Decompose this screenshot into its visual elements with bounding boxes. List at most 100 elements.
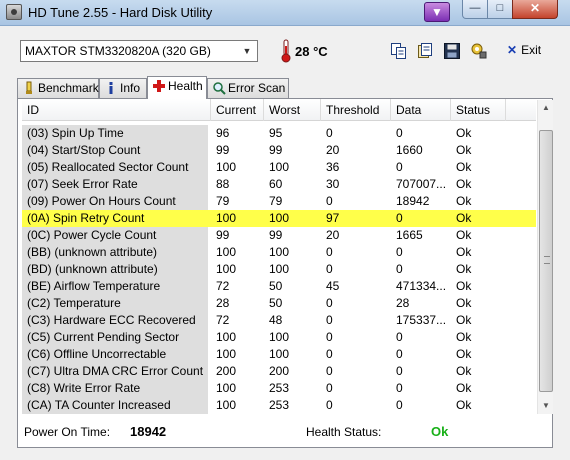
table-row[interactable]: (BD) (unknown attribute) 100 100 0 0 Ok [22, 261, 536, 278]
status-value: Ok [456, 347, 472, 361]
exit-label: Exit [521, 43, 542, 57]
status-value: Ok [456, 177, 472, 191]
table-row[interactable]: (C8) Write Error Rate 100 253 0 0 Ok [22, 380, 536, 397]
table-row[interactable]: (C5) Current Pending Sector 100 100 0 0 Ok [22, 329, 536, 346]
health-footer: Power On Time: 18942 Health Status: Ok [18, 417, 552, 447]
table-row[interactable]: (03) Spin Up Time 96 95 0 0 Ok [22, 125, 536, 142]
raw-data-value: 0 [396, 381, 403, 395]
window-title: HD Tune 2.55 - Hard Disk Utility [28, 5, 213, 20]
worst-value: 48 [269, 313, 283, 327]
chevron-down-icon[interactable]: ▼ [239, 43, 255, 59]
scroll-up-arrow-icon[interactable]: ▲ [538, 100, 554, 116]
tab-health[interactable]: Health [147, 76, 207, 99]
tab-info-label: Info [120, 81, 141, 95]
minimize-button[interactable]: — [462, 0, 488, 19]
raw-data-value: 28 [396, 296, 410, 310]
maximize-button[interactable]: □ [487, 0, 513, 19]
worst-value: 60 [269, 177, 283, 191]
table-row[interactable]: (C3) Hardware ECC Recovered 72 48 0 175337..… [22, 312, 536, 329]
thermometer-icon [281, 39, 291, 63]
column-header-id[interactable]: ID [22, 99, 211, 121]
attribute-id: (0A) Spin Retry Count [22, 210, 208, 227]
column-header-worst[interactable]: Worst [264, 99, 321, 121]
threshold-value: 0 [326, 126, 333, 140]
table-row[interactable]: (0A) Spin Retry Count 100 100 97 0 Ok [22, 210, 536, 227]
table-row[interactable]: (09) Power On Hours Count 79 79 0 18942 Ok [22, 193, 536, 210]
tab-error-scan[interactable]: Error Scan [207, 78, 289, 98]
info-icon [109, 82, 113, 94]
copy-all-icon[interactable] [416, 42, 434, 60]
grip-icon [544, 256, 550, 264]
threshold-value: 0 [326, 313, 333, 327]
status-value: Ok [456, 313, 472, 327]
worst-value: 50 [269, 279, 283, 293]
threshold-value: 0 [326, 296, 333, 310]
threshold-value: 97 [326, 211, 340, 225]
table-row[interactable]: (05) Reallocated Sector Count 100 100 36 0 Ok [22, 159, 536, 176]
table-row[interactable]: (CA) TA Counter Increased 100 253 0 0 Ok [22, 397, 536, 414]
column-header-status[interactable]: Status [451, 99, 506, 121]
options-icon[interactable] [470, 42, 488, 60]
column-header-current[interactable]: Current [211, 99, 264, 121]
raw-data-value: 471334... [396, 279, 447, 293]
raw-data-value: 0 [396, 347, 403, 361]
main-window: MAXTOR STM3320820A (320 GB) ▼ 28 °C ✕ Exi… [0, 26, 570, 460]
current-value: 28 [216, 296, 230, 310]
column-header-threshold[interactable]: Threshold [321, 99, 391, 121]
table-row[interactable]: (C2) Temperature 28 50 0 28 Ok [22, 295, 536, 312]
tab-health-label: Health [168, 79, 203, 93]
drive-select[interactable]: MAXTOR STM3320820A (320 GB) ▼ [20, 40, 258, 62]
status-value: Ok [456, 245, 472, 259]
power-on-time-label: Power On Time: [24, 425, 111, 439]
worst-value: 100 [269, 262, 290, 276]
table-row[interactable]: (BB) (unknown attribute) 100 100 0 0 Ok [22, 244, 536, 261]
attribute-id: (03) Spin Up Time [22, 125, 208, 142]
raw-data-value: 0 [396, 330, 403, 344]
health-panel: ID Current Worst Threshold Data Status (… [17, 98, 553, 448]
vertical-scrollbar[interactable]: ▲ ▼ [537, 100, 553, 414]
threshold-value: 0 [326, 262, 333, 276]
attribute-id: (0C) Power Cycle Count [22, 227, 208, 244]
raw-data-value: 0 [396, 245, 403, 259]
download-arrow-icon[interactable]: ▼ [424, 2, 450, 22]
current-value: 72 [216, 279, 230, 293]
attribute-id: (CA) TA Counter Increased [22, 397, 208, 414]
worst-value: 100 [269, 347, 290, 361]
table-row[interactable]: (BE) Airflow Temperature 72 50 45 471334... O… [22, 278, 536, 295]
health-status-label: Health Status: [306, 425, 382, 439]
scroll-down-arrow-icon[interactable]: ▼ [538, 398, 554, 414]
worst-value: 200 [269, 364, 290, 378]
worst-value: 99 [269, 228, 283, 242]
column-header-data[interactable]: Data [391, 99, 451, 121]
current-value: 99 [216, 228, 230, 242]
attribute-id: (C3) Hardware ECC Recovered [22, 312, 208, 329]
title-bar: HD Tune 2.55 - Hard Disk Utility ▼ — □ ✕ [0, 0, 570, 26]
tab-info[interactable]: Info [99, 78, 147, 98]
exit-x-icon: ✕ [507, 43, 518, 57]
status-value: Ok [456, 160, 472, 174]
threshold-value: 0 [326, 381, 333, 395]
table-row[interactable]: (04) Start/Stop Count 99 99 20 1660 Ok [22, 142, 536, 159]
attribute-id: (BE) Airflow Temperature [22, 278, 208, 295]
current-value: 100 [216, 160, 237, 174]
save-icon[interactable] [443, 42, 461, 60]
health-cross-icon [153, 80, 165, 92]
copy-icon[interactable] [390, 42, 408, 60]
scrollbar-thumb[interactable] [539, 130, 553, 392]
worst-value: 79 [269, 194, 283, 208]
tab-benchmark[interactable]: Benchmark [17, 78, 99, 98]
attribute-id: (05) Reallocated Sector Count [22, 159, 208, 176]
raw-data-value: 1660 [396, 143, 423, 157]
exit-button[interactable]: ✕ Exit [507, 43, 541, 61]
raw-data-value: 18942 [396, 194, 430, 208]
worst-value: 100 [269, 245, 290, 259]
current-value: 100 [216, 262, 237, 276]
table-row[interactable]: (07) Seek Error Rate 88 60 30 707007... Ok [22, 176, 536, 193]
table-row[interactable]: (C6) Offline Uncorrectable 100 100 0 0 Ok [22, 346, 536, 363]
current-value: 100 [216, 211, 237, 225]
close-button[interactable]: ✕ [512, 0, 558, 19]
table-row[interactable]: (C7) Ultra DMA CRC Error Count 200 200 0 0 Ok [22, 363, 536, 380]
table-row[interactable]: (0C) Power Cycle Count 99 99 20 1665 Ok [22, 227, 536, 244]
raw-data-value: 175337... [396, 313, 447, 327]
smart-attribute-list[interactable]: ID Current Worst Threshold Data Status (… [22, 99, 536, 415]
